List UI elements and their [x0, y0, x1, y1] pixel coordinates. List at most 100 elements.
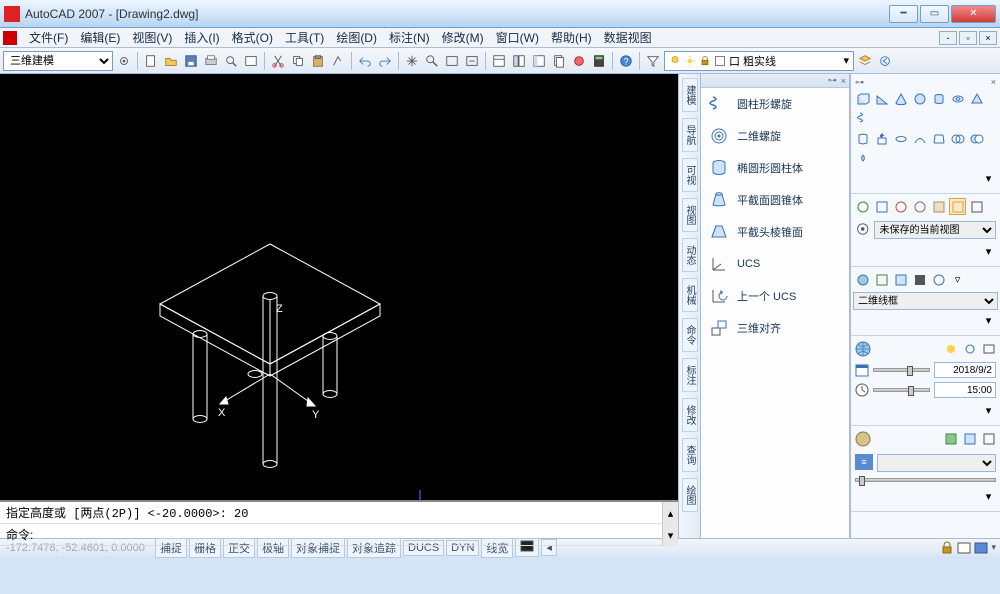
- presspull-icon[interactable]: [873, 130, 890, 147]
- date-input[interactable]: [934, 362, 997, 378]
- paste-button[interactable]: [309, 52, 327, 70]
- copy-button[interactable]: [289, 52, 307, 70]
- minimize-button[interactable]: ━: [889, 5, 918, 23]
- layer-manager-button[interactable]: [856, 52, 874, 70]
- tool-frustum-cone[interactable]: 平截面圆锥体: [701, 184, 849, 216]
- designcenter-button[interactable]: [510, 52, 528, 70]
- vtab-10[interactable]: 绘图: [682, 478, 698, 512]
- revolve-icon[interactable]: [892, 130, 909, 147]
- section-pin-icon[interactable]: ⊶: [855, 77, 864, 88]
- vis-dropdown-icon[interactable]: ▿: [949, 271, 966, 288]
- new-button[interactable]: [142, 52, 160, 70]
- menu-modify[interactable]: 修改(M): [436, 27, 490, 48]
- more-icon[interactable]: ▾: [980, 170, 997, 187]
- view-nav2-icon[interactable]: [892, 198, 909, 215]
- sweep-icon[interactable]: [911, 130, 928, 147]
- intersect-icon[interactable]: [854, 149, 871, 166]
- vis4-icon[interactable]: [911, 271, 928, 288]
- tool-3d-align[interactable]: 三维对齐: [701, 312, 849, 344]
- material-slider[interactable]: [855, 478, 996, 482]
- redo-button[interactable]: [376, 52, 394, 70]
- vtab-9[interactable]: 查询: [682, 438, 698, 472]
- view-nav6-icon[interactable]: [968, 198, 985, 215]
- publish-button[interactable]: [242, 52, 260, 70]
- torus-icon[interactable]: [949, 90, 966, 107]
- union-icon[interactable]: [949, 130, 966, 147]
- workspace-settings-button[interactable]: [115, 52, 133, 70]
- zoom-button[interactable]: [423, 52, 441, 70]
- mat1-icon[interactable]: [942, 430, 959, 447]
- saved-view-select[interactable]: 未保存的当前视图: [874, 221, 996, 239]
- menu-edit[interactable]: 编辑(E): [74, 27, 126, 48]
- tool-frustum-pyramid[interactable]: 平截头棱锥面: [701, 216, 849, 248]
- command-window[interactable]: 指定高度或 [两点(2P)] <-20.0000>: 20 ▴ 命令: ▾: [0, 500, 678, 538]
- sphere-icon[interactable]: [911, 90, 928, 107]
- sun2-icon[interactable]: [961, 340, 978, 357]
- menu-dimension[interactable]: 标注(N): [383, 27, 436, 48]
- vtab-2[interactable]: 可视: [682, 158, 698, 192]
- date-slider[interactable]: [873, 368, 930, 372]
- help-button[interactable]: ?: [617, 52, 635, 70]
- visual-style-select[interactable]: 二维线框: [853, 292, 998, 310]
- maximize-button[interactable]: ▭: [920, 5, 949, 23]
- section-close-icon[interactable]: ×: [991, 77, 996, 87]
- preview-button[interactable]: [222, 52, 240, 70]
- tool-helix-cylinder[interactable]: 圆柱形螺旋: [701, 88, 849, 120]
- material-select[interactable]: [877, 454, 996, 472]
- menu-file[interactable]: 文件(F): [23, 27, 74, 48]
- vis2-icon[interactable]: [873, 271, 890, 288]
- save-button[interactable]: [182, 52, 200, 70]
- drawing-viewport[interactable]: X Y Z: [0, 74, 678, 500]
- tray-lock-icon[interactable]: [940, 541, 954, 555]
- vtab-3[interactable]: 视图: [682, 198, 698, 232]
- menu-insert[interactable]: 插入(I): [178, 27, 225, 48]
- subtract-icon[interactable]: [968, 130, 985, 147]
- section-expand-icon[interactable]: ▾: [980, 243, 997, 260]
- toolpalette-button[interactable]: [530, 52, 548, 70]
- extrude-icon[interactable]: [854, 130, 871, 147]
- palette-close-icon[interactable]: ×: [841, 76, 846, 86]
- menu-tools[interactable]: 工具(T): [279, 27, 330, 48]
- vis1-icon[interactable]: [854, 271, 871, 288]
- tray-expand-icon[interactable]: ▾: [991, 542, 996, 553]
- view-nav3-icon[interactable]: [911, 198, 928, 215]
- mdi-minimize-button[interactable]: -: [939, 31, 957, 45]
- command-scroll-up[interactable]: ▴: [662, 502, 678, 524]
- sheetset-button[interactable]: [550, 52, 568, 70]
- palette-pin-icon[interactable]: ⊶: [828, 75, 837, 86]
- mdi-restore-button[interactable]: ▫: [959, 31, 977, 45]
- tool-helix-2d[interactable]: 二维螺旋: [701, 120, 849, 152]
- tray-layout-icon[interactable]: [957, 541, 971, 555]
- vtab-8[interactable]: 修改: [682, 398, 698, 432]
- quickcalc-button[interactable]: [590, 52, 608, 70]
- plot-button[interactable]: [202, 52, 220, 70]
- sun1-icon[interactable]: [942, 340, 959, 357]
- time-input[interactable]: [934, 382, 997, 398]
- layer-filter-button[interactable]: [644, 52, 662, 70]
- mat3-icon[interactable]: [980, 430, 997, 447]
- view-nav4-icon[interactable]: [930, 198, 947, 215]
- view-orbit-icon[interactable]: [854, 198, 871, 215]
- box-icon[interactable]: [854, 90, 871, 107]
- section-expand3-icon[interactable]: ▾: [980, 402, 997, 419]
- wedge-icon[interactable]: [873, 90, 890, 107]
- tool-elliptical-cylinder[interactable]: 椭圆形圆柱体: [701, 152, 849, 184]
- menu-help[interactable]: 帮助(H): [545, 27, 598, 48]
- menu-dataview[interactable]: 数据视图: [598, 27, 658, 48]
- open-button[interactable]: [162, 52, 180, 70]
- vis3-icon[interactable]: [892, 271, 909, 288]
- vtab-7[interactable]: 标注: [682, 358, 698, 392]
- workspace-select[interactable]: 三维建模: [3, 51, 113, 71]
- time-slider[interactable]: [873, 388, 930, 392]
- view-nav1-icon[interactable]: [873, 198, 890, 215]
- section-expand2-icon[interactable]: ▾: [980, 312, 997, 329]
- match-button[interactable]: [329, 52, 347, 70]
- vis5-icon[interactable]: [930, 271, 947, 288]
- loft-icon[interactable]: [930, 130, 947, 147]
- properties-button[interactable]: [490, 52, 508, 70]
- menu-view[interactable]: 视图(V): [126, 27, 178, 48]
- close-button[interactable]: ✕: [951, 5, 996, 23]
- tool-ucs-previous[interactable]: 上一个 UCS: [701, 280, 849, 312]
- pan-button[interactable]: [403, 52, 421, 70]
- mat2-icon[interactable]: [961, 430, 978, 447]
